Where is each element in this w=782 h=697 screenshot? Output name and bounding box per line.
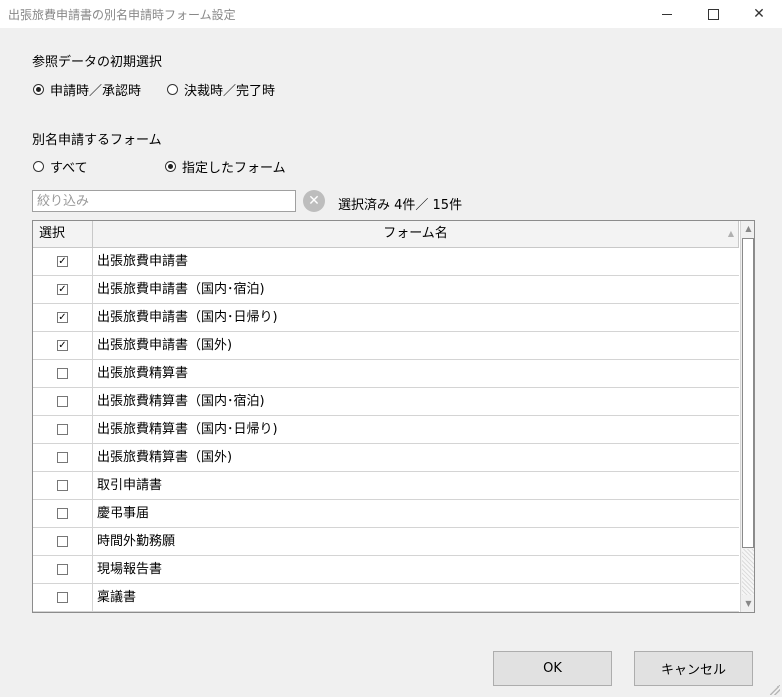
unchecked-checkbox[interactable] <box>57 508 68 519</box>
table-row[interactable]: 出張旅費精算書 <box>33 360 739 388</box>
table-row[interactable]: 出張旅費精算書（国内･日帰り) <box>33 416 739 444</box>
initial-selection-label: 参照データの初期選択 <box>32 55 163 70</box>
close-button[interactable]: ✕ <box>736 0 782 28</box>
select-cell <box>33 528 93 555</box>
clear-filter-button[interactable]: ✕ <box>303 190 325 212</box>
ok-button[interactable]: OK <box>493 651 612 686</box>
select-cell <box>33 556 93 583</box>
select-cell <box>33 388 93 415</box>
radio-label: 申請時／承認時 <box>50 84 142 99</box>
checked-checkbox[interactable]: ✓ <box>57 340 68 351</box>
radio-selected-icon <box>33 84 44 95</box>
form-name-cell: 出張旅費申請書（国内･日帰り) <box>97 310 278 325</box>
form-name-cell: 出張旅費申請書（国内･宿泊) <box>97 282 265 297</box>
title-bar: 出張旅費申請書の別名申請時フォーム設定 ✕ <box>0 0 782 28</box>
table-row[interactable]: ✓ 出張旅費申請書（国内･宿泊) <box>33 276 739 304</box>
checked-checkbox[interactable]: ✓ <box>57 312 68 323</box>
maximize-button[interactable] <box>690 0 736 28</box>
radio-all-forms[interactable]: すべて <box>33 157 88 176</box>
clear-icon: ✕ <box>308 193 320 209</box>
scroll-up-icon[interactable]: ▲ <box>741 221 754 237</box>
table-row[interactable]: ✓ 出張旅費申請書（国外) <box>33 332 739 360</box>
resize-grip-icon[interactable] <box>770 685 780 695</box>
radio-unselected-icon <box>167 84 178 95</box>
vertical-scrollbar[interactable]: ▲ ▼ <box>740 221 754 612</box>
select-cell: ✓ <box>33 332 93 359</box>
form-name-cell: 取引申請書 <box>97 478 163 493</box>
form-name-cell: 時間外勤務願 <box>97 534 176 549</box>
scroll-track <box>742 549 754 595</box>
unchecked-checkbox[interactable] <box>57 592 68 603</box>
minimize-button[interactable] <box>644 0 690 28</box>
table-row[interactable]: 取引申請書 <box>33 472 739 500</box>
select-cell <box>33 360 93 387</box>
alias-forms-label: 別名申請するフォーム <box>32 133 162 148</box>
cancel-button[interactable]: キャンセル <box>634 651 753 686</box>
unchecked-checkbox[interactable] <box>57 396 68 407</box>
sort-arrow-icon: ▲ <box>727 229 734 238</box>
table-row[interactable]: 現場報告書 <box>33 556 739 584</box>
radio-selected-icon <box>165 161 176 172</box>
unchecked-checkbox[interactable] <box>57 564 68 575</box>
select-cell <box>33 584 93 611</box>
table-row[interactable]: ✓ 出張旅費申請書（国内･日帰り) <box>33 304 739 332</box>
form-grid: 選択 フォーム名 ▲ ✓ 出張旅費申請書 ✓ 出張旅費申請書（国内･宿泊) ✓ 出張旅費申… <box>32 220 755 613</box>
minimize-icon <box>662 13 672 15</box>
radio-specified-forms[interactable]: 指定したフォーム <box>165 157 286 176</box>
unchecked-checkbox[interactable] <box>57 480 68 491</box>
column-header-select[interactable]: 選択 <box>33 221 93 247</box>
grid-header: 選択 フォーム名 ▲ <box>33 221 739 248</box>
form-name-cell: 出張旅費精算書 <box>97 366 189 381</box>
table-row[interactable]: 出張旅費精算書（国内･宿泊) <box>33 388 739 416</box>
table-row[interactable]: 稟議書 <box>33 584 739 612</box>
table-row[interactable]: ✓ 出張旅費申請書 <box>33 248 739 276</box>
radio-unselected-icon <box>33 161 44 172</box>
select-cell <box>33 444 93 471</box>
form-name-cell: 出張旅費申請書（国外) <box>97 338 233 353</box>
form-name-cell: 出張旅費精算書（国内･宿泊) <box>97 394 265 409</box>
window-title: 出張旅費申請書の別名申請時フォーム設定 <box>8 8 236 22</box>
select-cell <box>33 416 93 443</box>
radio-label: 決裁時／完了時 <box>184 84 276 99</box>
select-cell: ✓ <box>33 276 93 303</box>
scroll-thumb[interactable] <box>742 238 754 548</box>
unchecked-checkbox[interactable] <box>57 536 68 547</box>
unchecked-checkbox[interactable] <box>57 368 68 379</box>
table-row[interactable]: 出張旅費精算書（国外) <box>33 444 739 472</box>
grid-rows: ✓ 出張旅費申請書 ✓ 出張旅費申請書（国内･宿泊) ✓ 出張旅費申請書（国内･日帰り) ✓… <box>33 248 739 612</box>
form-name-cell: 現場報告書 <box>97 562 163 577</box>
table-row[interactable]: 慶弔事届 <box>33 500 739 528</box>
unchecked-checkbox[interactable] <box>57 424 68 435</box>
radio-label: すべて <box>50 161 88 176</box>
filter-input[interactable] <box>32 190 296 212</box>
table-row[interactable]: 時間外勤務願 <box>33 528 739 556</box>
checked-checkbox[interactable]: ✓ <box>57 256 68 267</box>
radio-initial-final[interactable]: 決裁時／完了時 <box>167 80 275 99</box>
close-icon: ✕ <box>753 6 765 22</box>
form-name-cell: 出張旅費精算書（国内･日帰り) <box>97 422 278 437</box>
select-cell: ✓ <box>33 248 93 275</box>
radio-initial-submit[interactable]: 申請時／承認時 <box>33 80 141 99</box>
form-name-cell: 稟議書 <box>97 590 137 605</box>
select-cell <box>33 472 93 499</box>
radio-label: 指定したフォーム <box>182 161 286 176</box>
column-header-label: フォーム名 <box>383 226 448 241</box>
select-cell: ✓ <box>33 304 93 331</box>
checked-checkbox[interactable]: ✓ <box>57 284 68 295</box>
form-name-cell: 出張旅費申請書 <box>97 254 189 269</box>
scroll-down-icon[interactable]: ▼ <box>741 596 754 612</box>
column-header-form-name[interactable]: フォーム名 ▲ <box>93 221 739 247</box>
selection-count: 選択済み 4件／ 15件 <box>338 198 463 213</box>
form-name-cell: 慶弔事届 <box>97 506 150 521</box>
select-cell <box>33 500 93 527</box>
maximize-icon <box>707 8 719 20</box>
unchecked-checkbox[interactable] <box>57 452 68 463</box>
form-name-cell: 出張旅費精算書（国外) <box>97 450 233 465</box>
